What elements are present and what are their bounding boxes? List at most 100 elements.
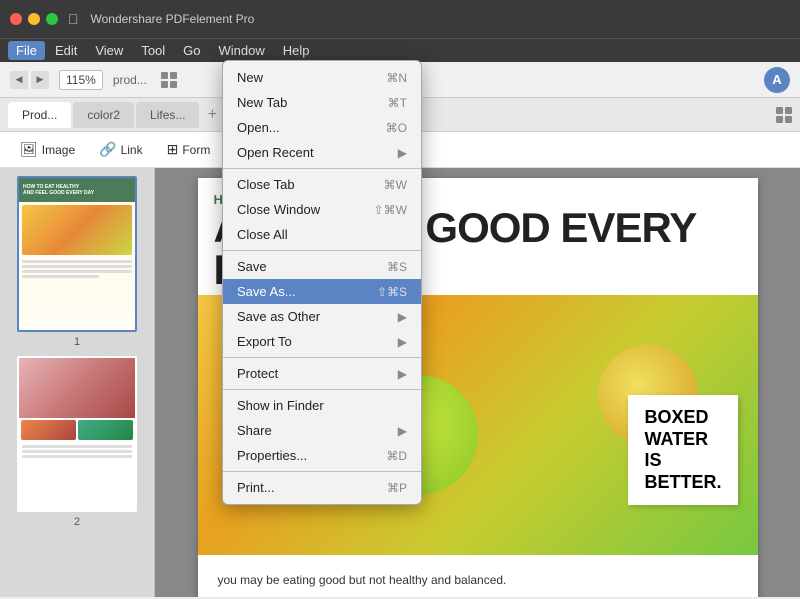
thumb-color-block	[78, 420, 133, 440]
page-icon-right[interactable]: ▶	[31, 71, 49, 89]
filename-label: prod...	[113, 73, 147, 87]
doc-body-para-1: you may be eating good but not healthy a…	[218, 571, 738, 590]
thumb-label-2: 2	[74, 516, 80, 528]
doc-body: you may be eating good but not healthy a…	[198, 555, 758, 597]
thumb-color-block	[21, 420, 76, 440]
menu-item-new-shortcut: ⌘N	[386, 71, 407, 85]
thumbnail-2[interactable]: 2	[8, 356, 146, 528]
file-dropdown-menu: New ⌘N New Tab ⌘T Open... ⌘O Open Recent…	[222, 60, 422, 505]
menu-item-close-window[interactable]: Close Window ⇧⌘W	[223, 197, 421, 222]
menu-item-properties[interactable]: Properties... ⌘D	[223, 443, 421, 468]
menu-view[interactable]: View	[87, 41, 131, 60]
thumb-line	[22, 455, 132, 458]
menu-item-save-as-label: Save As...	[237, 284, 377, 299]
menu-item-print-shortcut: ⌘P	[387, 481, 407, 495]
thumb-line	[22, 270, 132, 273]
maximize-button[interactable]	[46, 13, 58, 25]
tab-add-button[interactable]: +	[201, 104, 223, 126]
menu-item-new-tab[interactable]: New Tab ⌘T	[223, 90, 421, 115]
form-label: Form	[182, 143, 210, 157]
menu-item-open-recent-label: Open Recent	[237, 145, 398, 160]
menu-item-close-tab-shortcut: ⌘W	[384, 178, 407, 192]
thumb-content-2	[19, 358, 135, 510]
menu-item-close-all-label: Close All	[237, 227, 407, 242]
menu-item-open-label: Open...	[237, 120, 386, 135]
form-icon: ⊞	[167, 141, 179, 158]
menu-item-close-tab-label: Close Tab	[237, 177, 384, 192]
menu-item-new[interactable]: New ⌘N	[223, 65, 421, 90]
image-tool-button[interactable]: 🖼 Image	[10, 137, 85, 162]
menu-item-share-label: Share	[237, 423, 398, 438]
menu-item-export-to-label: Export To	[237, 334, 398, 349]
menu-edit[interactable]: Edit	[47, 41, 85, 60]
tab-grid-view-icon[interactable]	[776, 107, 792, 123]
page-icons: ◀ ▶	[10, 71, 49, 89]
chevron-right-icon: ▶	[398, 146, 407, 160]
menu-go[interactable]: Go	[175, 41, 208, 60]
thumb-line	[22, 265, 132, 268]
menu-item-properties-label: Properties...	[237, 448, 386, 463]
menu-file[interactable]: File	[8, 41, 45, 60]
menu-item-close-window-shortcut: ⇧⌘W	[374, 203, 407, 217]
menu-item-new-tab-shortcut: ⌘T	[388, 96, 407, 110]
minimize-button[interactable]	[28, 13, 40, 25]
chevron-right-icon-3: ▶	[398, 335, 407, 349]
menu-item-show-in-finder[interactable]: Show in Finder	[223, 393, 421, 418]
grid-icon[interactable]	[161, 72, 177, 88]
menu-item-save-shortcut: ⌘S	[387, 260, 407, 274]
thumb-line	[22, 450, 132, 453]
avatar[interactable]: A	[764, 67, 790, 93]
menu-item-print-label: Print...	[237, 480, 387, 495]
link-tool-button[interactable]: 🔗 Link	[89, 137, 152, 162]
zoom-level[interactable]: 115%	[59, 70, 103, 90]
form-tool-button[interactable]: ⊞ Form	[157, 137, 221, 162]
thumb-lines-1	[19, 258, 135, 282]
menu-help[interactable]: Help	[275, 41, 318, 60]
tab-grid-icon	[776, 107, 792, 123]
menu-divider-4	[223, 389, 421, 390]
menu-item-save-as-other[interactable]: Save as Other ▶	[223, 304, 421, 329]
menu-window[interactable]: Window	[211, 41, 273, 60]
menu-item-close-window-label: Close Window	[237, 202, 374, 217]
menu-item-protect[interactable]: Protect ▶	[223, 361, 421, 386]
sidebar: HOW TO EAT HEALTHYAND FEEL GOOD EVERY DA…	[0, 168, 155, 597]
menu-item-save-as[interactable]: Save As... ⇧⌘S	[223, 279, 421, 304]
thumb-frame-2[interactable]	[17, 356, 137, 512]
title-bar-left:  Wondershare PDFelement Pro	[68, 11, 254, 27]
thumb-header-text-1: HOW TO EAT HEALTHYAND FEEL GOOD EVERY DA…	[23, 184, 94, 196]
menu-item-show-finder-label: Show in Finder	[237, 398, 407, 413]
menu-item-close-tab[interactable]: Close Tab ⌘W	[223, 172, 421, 197]
thumb-frame-1[interactable]: HOW TO EAT HEALTHYAND FEEL GOOD EVERY DA…	[17, 176, 137, 332]
link-icon: 🔗	[99, 141, 116, 158]
thumb-header-1: HOW TO EAT HEALTHYAND FEEL GOOD EVERY DA…	[19, 178, 135, 202]
menu-item-open-recent[interactable]: Open Recent ▶	[223, 140, 421, 165]
app-name: Wondershare PDFelement Pro	[91, 12, 255, 26]
menu-item-new-tab-label: New Tab	[237, 95, 388, 110]
menu-item-close-all[interactable]: Close All	[223, 222, 421, 247]
menu-divider-5	[223, 471, 421, 472]
traffic-lights	[10, 13, 58, 25]
menu-divider-3	[223, 357, 421, 358]
apple-logo-icon: 	[68, 11, 79, 27]
menu-item-print[interactable]: Print... ⌘P	[223, 475, 421, 500]
chevron-right-icon-5: ▶	[398, 424, 407, 438]
thumbnail-1[interactable]: HOW TO EAT HEALTHYAND FEEL GOOD EVERY DA…	[8, 176, 146, 348]
thumb-line	[22, 445, 132, 448]
close-button[interactable]	[10, 13, 22, 25]
menu-tool[interactable]: Tool	[133, 41, 173, 60]
menu-item-save-as-other-label: Save as Other	[237, 309, 398, 324]
chevron-right-icon-2: ▶	[398, 310, 407, 324]
tab-color2[interactable]: color2	[73, 102, 134, 128]
thumb-label-1: 1	[74, 336, 80, 348]
menu-item-export-to[interactable]: Export To ▶	[223, 329, 421, 354]
menu-item-save[interactable]: Save ⌘S	[223, 254, 421, 279]
menu-item-save-label: Save	[237, 259, 387, 274]
menu-item-properties-shortcut: ⌘D	[386, 449, 407, 463]
menu-item-share[interactable]: Share ▶	[223, 418, 421, 443]
tab-prod[interactable]: Prod...	[8, 102, 71, 128]
menu-item-open[interactable]: Open... ⌘O	[223, 115, 421, 140]
menu-item-open-shortcut: ⌘O	[386, 121, 407, 135]
tab-lifes[interactable]: Lifes...	[136, 102, 199, 128]
page-icon-left[interactable]: ◀	[10, 71, 28, 89]
image-icon: 🖼	[20, 141, 38, 158]
